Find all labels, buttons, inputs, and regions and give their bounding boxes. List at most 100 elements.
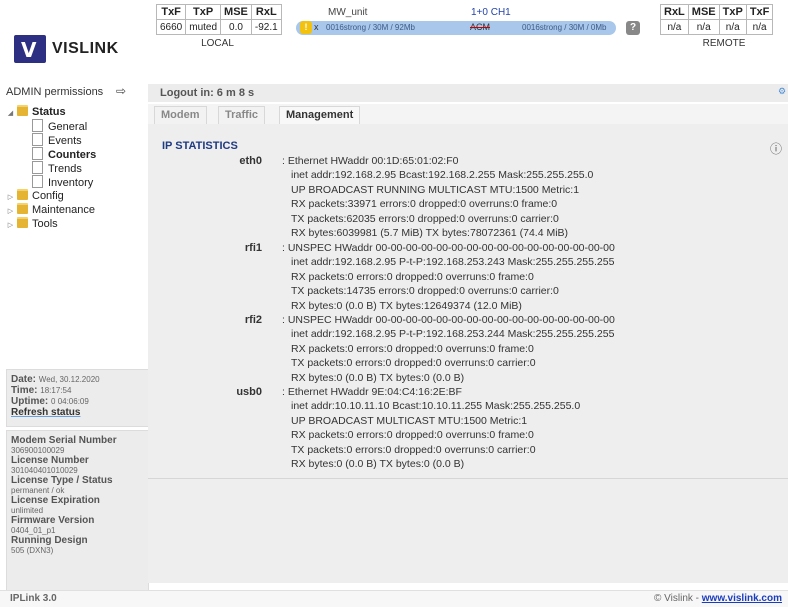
page-icon [32, 119, 43, 132]
remote-label: REMOTE [702, 38, 746, 49]
interface-stat-line: RX packets:0 errors:0 dropped:0 overruns… [291, 429, 534, 442]
remote-header-mse: MSE [687, 4, 720, 20]
nav-config[interactable]: ▷ Config [6, 189, 146, 203]
remote-txp-value: n/a [718, 19, 747, 35]
interface-stat-line: TX packets:0 errors:0 dropped:0 overruns… [291, 357, 536, 370]
page-icon [32, 147, 43, 160]
interface-name: usb0 [236, 386, 262, 398]
nav-item-counters[interactable]: Counters [6, 147, 146, 161]
interface-stat-line: TX packets:62035 errors:0 dropped:0 over… [291, 212, 559, 225]
collapsed-arrow-icon[interactable]: ▷ [6, 219, 15, 233]
app-version: IPLink 3.0 [10, 593, 57, 604]
local-label: LOCAL [201, 38, 234, 49]
info-icon[interactable]: ⓘ [770, 140, 782, 157]
acm-indicator: ACM [470, 22, 490, 32]
nav-status[interactable]: ◢ Status [6, 105, 146, 119]
info-label: License Number [11, 455, 89, 466]
device-info-panel: Modem Serial Number 306900100029 License N… [6, 430, 149, 606]
page-icon [32, 161, 43, 174]
uptime-value: 0 04:06:09 [51, 397, 89, 406]
nav-item-events[interactable]: Events [6, 133, 146, 147]
nav-status-label: Status [32, 106, 66, 118]
interface-stat-line: RX bytes:0 (0.0 B) TX bytes:0 (0.0 B) [291, 371, 465, 384]
local-txp-value: muted [185, 19, 222, 35]
nav-item-trends[interactable]: Trends [6, 161, 146, 175]
remote-mse-value: n/a [687, 19, 720, 35]
nav-item-inventory[interactable]: Inventory [6, 175, 146, 189]
nav-config-label: Config [32, 190, 64, 202]
nav-item-label: Events [48, 135, 82, 147]
nav-item-label: Inventory [48, 177, 94, 189]
remote-txf-value: n/a [745, 19, 774, 35]
tab-traffic[interactable]: Traffic [218, 106, 266, 124]
local-header-mse: MSE [220, 4, 252, 20]
interface-stat-line: RX bytes:6039981 (5.7 MiB) TX bytes:7807… [291, 227, 569, 239]
folder-icon [17, 203, 28, 214]
info-value: 301040401010029 [11, 466, 78, 475]
local-txf-value: 6660 [155, 19, 187, 35]
date-value: Wed, 30.12.2020 [38, 375, 100, 384]
settings-icon[interactable]: ⚙ [778, 86, 786, 97]
vislink-website-link[interactable]: www.vislink.com [702, 593, 782, 604]
ip-statistics-title: IP STATISTICS [162, 140, 238, 152]
info-label: Running Design [11, 535, 88, 546]
date-label: Date: [11, 374, 37, 385]
folder-icon [17, 189, 28, 200]
local-header-txp: TxP [185, 4, 222, 20]
nav-item-label: General [48, 121, 88, 133]
interface-stat-line: TX packets:0 errors:0 dropped:0 overruns… [291, 443, 536, 456]
divider [148, 478, 788, 479]
link-local-modulation: 0016strong / 30M / 92Mb [326, 23, 415, 32]
warning-icon[interactable]: ! [300, 21, 312, 34]
local-header-rxl: RxL [250, 4, 282, 20]
warning-count: x [314, 22, 319, 32]
info-value: permanent / ok [11, 486, 65, 495]
interface-name: eth0 [239, 155, 262, 167]
tab-modem[interactable]: Modem [154, 106, 207, 124]
interface-stat-line: UP BROADCAST MULTICAST MTU:1500 Metric:1 [291, 414, 528, 427]
logout-timer: Logout in: 6 m 8 s [160, 87, 255, 99]
info-label: Firmware Version [11, 515, 95, 526]
remote-rxl-value: n/a [660, 19, 689, 35]
logout-icon[interactable]: ⇨ [116, 84, 126, 98]
status-time-panel: Date: Wed, 30.12.2020 Time: 18:17:54 Upt… [6, 369, 149, 427]
interface-stat-line: RX packets:0 errors:0 dropped:0 overruns… [291, 342, 534, 355]
refresh-status-link[interactable]: Refresh status [11, 407, 80, 418]
local-stats-table: TxF TxP MSE RxL 6660 muted 0.0 -92.1 [155, 4, 282, 35]
interface-stat-line: RX packets:0 errors:0 dropped:0 overruns… [291, 270, 534, 283]
nav-item-label: Trends [48, 163, 82, 175]
interface-stat-line: : UNSPEC HWaddr 00-00-00-00-00-00-00-00-… [282, 314, 615, 326]
tab-management[interactable]: Management [279, 106, 361, 124]
page-icon [32, 133, 43, 146]
info-label: Modem Serial Number [11, 435, 117, 446]
remote-header-txp: TxP [718, 4, 747, 20]
admin-permissions-label: ADMIN permissions [6, 86, 104, 98]
info-value: unlimited [11, 506, 44, 515]
nav-tools[interactable]: ▷ Tools [6, 217, 146, 231]
nav-maintenance[interactable]: ▷ Maintenance [6, 203, 146, 217]
nav-item-general[interactable]: General [6, 119, 146, 133]
interface-stat-line: RX bytes:0 (0.0 B) TX bytes:0 (0.0 B) [291, 458, 465, 470]
remote-header-txf: TxF [745, 4, 774, 20]
interface-name: rfi2 [244, 314, 262, 326]
vislink-logo-text: VISLINK [52, 40, 119, 57]
folder-icon [17, 217, 28, 228]
interface-stat-line: inet addr:192.168.2.95 Bcast:192.168.2.2… [291, 169, 594, 182]
nav-tools-label: Tools [32, 218, 58, 230]
link-remote-modulation: 0016strong / 30M / 0Mb [522, 23, 607, 32]
uptime-label: Uptime: [11, 396, 49, 407]
interface-stat-line: : Ethernet HWaddr 00:1D:65:01:02:F0 [282, 155, 459, 167]
interface-stat-line: RX packets:33971 errors:0 dropped:0 over… [291, 198, 558, 211]
vislink-logo-mark: V [14, 35, 46, 63]
page-icon [32, 175, 43, 188]
time-value: 18:17:54 [40, 386, 72, 395]
local-header-txf: TxF [155, 4, 187, 20]
interface-stat-line: RX bytes:0 (0.0 B) TX bytes:12649374 (12… [291, 299, 522, 312]
help-button[interactable]: ? [626, 21, 640, 35]
interface-stat-line: UP BROADCAST RUNNING MULTICAST MTU:1500 … [291, 183, 580, 196]
unit-name: MW_unit [328, 7, 368, 18]
info-value: 306900100029 [11, 446, 65, 455]
interface-stat-line: inet addr:192.168.2.95 P-t-P:192.168.253… [291, 328, 615, 341]
interface-stat-line: : UNSPEC HWaddr 00-00-00-00-00-00-00-00-… [282, 242, 615, 254]
nav-item-label: Counters [48, 149, 97, 161]
